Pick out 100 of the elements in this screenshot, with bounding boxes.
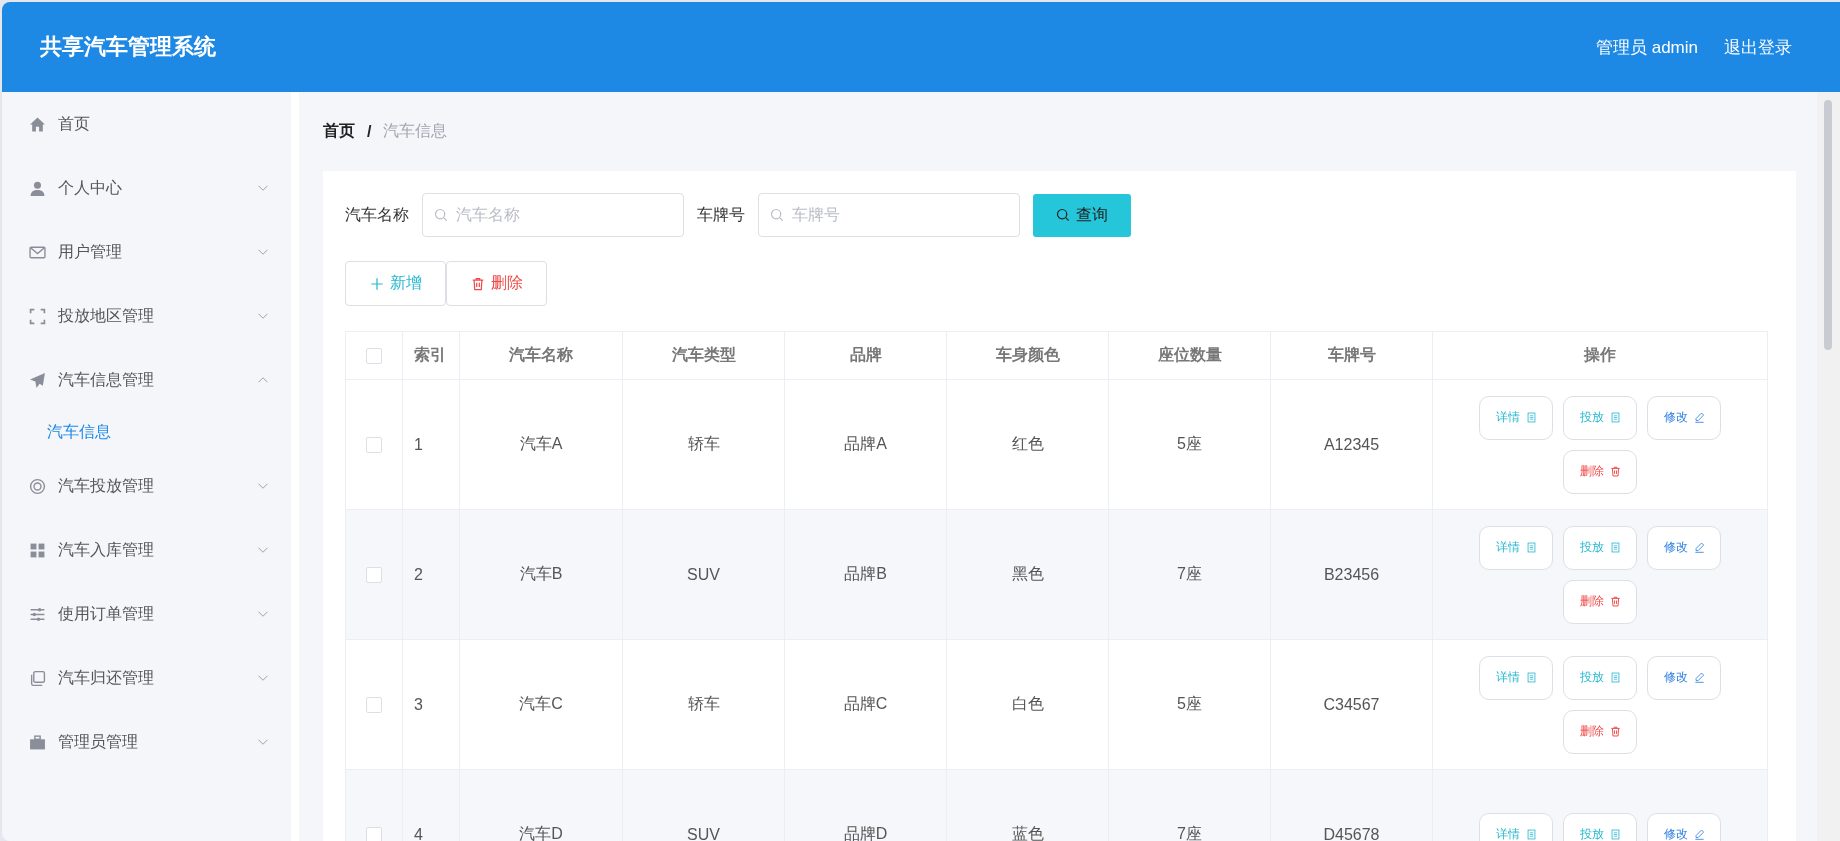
pencil-icon — [1693, 542, 1705, 553]
sidebar-item[interactable]: 首页 — [2, 92, 291, 156]
details-button[interactable]: 详情 — [1479, 395, 1553, 440]
search-icon — [770, 208, 784, 222]
details-button[interactable]: 详情 — [1479, 525, 1553, 570]
add-button[interactable]: 新增 — [345, 261, 446, 306]
column-header: 车牌号 — [1270, 331, 1433, 380]
breadcrumb-item[interactable]: 首页 — [323, 121, 355, 142]
app-title: 共享汽车管理系统 — [40, 33, 216, 61]
table-cell: 品牌B — [784, 509, 947, 640]
edit-button[interactable]: 修改 — [1647, 655, 1721, 700]
send-icon — [29, 371, 46, 389]
table-cell: D45678 — [1270, 769, 1433, 841]
pencil-icon — [1693, 412, 1705, 423]
delete-button[interactable]: 删除 — [1563, 709, 1637, 754]
checkbox[interactable] — [366, 696, 382, 713]
sidebar-item[interactable]: 汽车入库管理 — [2, 518, 291, 582]
mail-icon — [29, 243, 46, 261]
table-cell: 品牌D — [784, 769, 947, 841]
search-field[interactable]: 车牌号 — [758, 193, 1020, 237]
details-button[interactable]: 详情 — [1479, 812, 1553, 841]
table-cell: 汽车A — [459, 379, 623, 510]
column-header: 汽车名称 — [459, 331, 623, 380]
table-cell: 红色 — [946, 379, 1109, 510]
copy-icon — [29, 669, 46, 687]
table-cell: 3 — [402, 639, 460, 770]
checkbox[interactable] — [366, 826, 382, 841]
field-label: 汽车名称 — [345, 204, 409, 225]
grid-icon — [29, 541, 46, 559]
document-icon — [1525, 829, 1537, 840]
column-header: 汽车类型 — [622, 331, 785, 380]
field-label: 车牌号 — [697, 204, 745, 225]
details-button[interactable]: 详情 — [1479, 655, 1553, 700]
plus-icon — [369, 276, 384, 291]
document-icon — [1609, 412, 1621, 423]
column-header: 索引 — [402, 331, 460, 380]
dispatch-button[interactable]: 投放 — [1563, 655, 1637, 700]
sidebar-item[interactable]: 使用订单管理 — [2, 582, 291, 646]
scan-icon — [29, 307, 46, 325]
trash-icon — [1609, 466, 1621, 477]
column-header: 车身颜色 — [946, 331, 1109, 380]
table-cell: 2 — [402, 509, 460, 640]
logout-link[interactable]: 退出登录 — [1724, 35, 1792, 59]
table-cell: 汽车D — [459, 769, 623, 841]
breadcrumb-item: 汽车信息 — [383, 121, 448, 141]
sidebar-item[interactable]: 个人中心 — [2, 156, 291, 220]
sidebar-item[interactable]: 用户管理 — [2, 220, 291, 284]
checkbox[interactable] — [366, 566, 382, 583]
search-icon — [434, 208, 448, 222]
trash-icon — [1609, 596, 1621, 607]
table-cell: 1 — [402, 379, 460, 510]
sidebar-item[interactable]: 投放地区管理 — [2, 284, 291, 348]
table-cell: 轿车 — [622, 639, 785, 770]
edit-button[interactable]: 修改 — [1647, 812, 1721, 841]
table-cell: 蓝色 — [946, 769, 1109, 841]
table-cell: 品牌A — [784, 379, 947, 510]
user-icon — [29, 179, 46, 197]
breadcrumb-separator: / — [367, 122, 372, 141]
table-cell: 黑色 — [946, 509, 1109, 640]
column-header: 座位数量 — [1108, 331, 1271, 380]
document-icon — [1525, 542, 1537, 553]
sidebar-item[interactable]: 管理员管理 — [2, 710, 291, 774]
search-icon — [1056, 208, 1070, 222]
dispatch-button[interactable]: 投放 — [1563, 395, 1637, 440]
document-icon — [1609, 829, 1621, 840]
table-cell: SUV — [622, 769, 785, 841]
trash-icon — [470, 276, 485, 291]
document-icon — [1609, 672, 1621, 683]
search-field[interactable]: 汽车名称 — [422, 193, 684, 237]
table-cell: 汽车B — [459, 509, 623, 640]
column-header: 操作 — [1432, 331, 1768, 380]
table-cell: 5座 — [1108, 379, 1271, 510]
checkbox[interactable] — [366, 436, 382, 453]
table-cell: A12345 — [1270, 379, 1433, 510]
lifebuoy-icon — [29, 477, 46, 495]
delete-button[interactable]: 删除 — [446, 261, 547, 306]
dispatch-button[interactable]: 投放 — [1563, 812, 1637, 841]
table-cell: 4 — [402, 769, 460, 841]
trash-icon — [1609, 726, 1621, 737]
table-cell: 7座 — [1108, 509, 1271, 640]
search-button[interactable]: 查询 — [1033, 193, 1131, 237]
home-icon — [29, 115, 46, 133]
table-cell: B23456 — [1270, 509, 1433, 640]
sidebar-item[interactable]: 汽车归还管理 — [2, 646, 291, 710]
delete-button[interactable]: 删除 — [1563, 449, 1637, 494]
scrollbar[interactable] — [1817, 92, 1840, 841]
table-cell: 品牌C — [784, 639, 947, 770]
table-cell: 5座 — [1108, 639, 1271, 770]
document-icon — [1525, 672, 1537, 683]
table-cell: 7座 — [1108, 769, 1271, 841]
table-cell: 白色 — [946, 639, 1109, 770]
dispatch-button[interactable]: 投放 — [1563, 525, 1637, 570]
checkbox[interactable] — [366, 347, 382, 364]
column-header: 品牌 — [784, 331, 947, 380]
edit-button[interactable]: 修改 — [1647, 395, 1721, 440]
delete-button[interactable]: 删除 — [1563, 579, 1637, 624]
edit-button[interactable]: 修改 — [1647, 525, 1721, 570]
pencil-icon — [1693, 829, 1705, 840]
table-cell: 轿车 — [622, 379, 785, 510]
pencil-icon — [1693, 672, 1705, 683]
